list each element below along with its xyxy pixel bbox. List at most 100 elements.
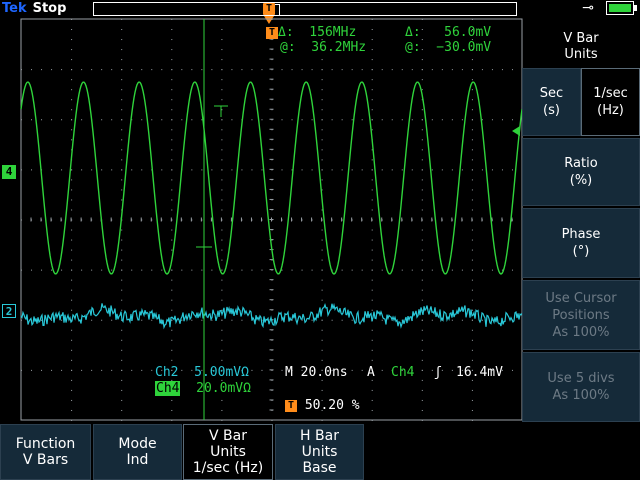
grid-dot [371, 279, 373, 281]
grid-dot [341, 119, 343, 121]
grid-dot [71, 349, 73, 351]
grid-dot [511, 269, 513, 271]
grid-dot [111, 119, 113, 121]
grid-dot [171, 19, 173, 20]
grid-dot [171, 239, 173, 241]
units-sec-button[interactable]: Sec (s) [522, 68, 581, 136]
units-ratio-button[interactable]: Ratio (%) [522, 138, 640, 206]
grid-dot [421, 389, 423, 391]
grid-dot [321, 279, 323, 281]
grid-dot [171, 119, 173, 121]
grid-dot [141, 269, 143, 271]
grid-dot [221, 339, 223, 341]
ch2-scale-readout: Ch2 5.00mVΩ [155, 365, 249, 380]
grid-dot [371, 189, 373, 191]
grid-dot [351, 69, 353, 71]
grid-dot [321, 339, 323, 341]
grid-dot [441, 119, 443, 121]
ch4-marker[interactable]: 4 [2, 165, 16, 179]
ch2-marker[interactable]: 2 [2, 304, 16, 318]
grid-dot [471, 169, 473, 171]
grid-dot [251, 119, 253, 121]
use-cursor-positions-button[interactable]: Use Cursor Positions As 100% [522, 280, 640, 350]
grid-dot [371, 169, 373, 171]
grid-dot [121, 119, 123, 121]
function-menu-button[interactable]: Function V Bars [0, 424, 91, 480]
grid-dot [221, 119, 223, 121]
grid-dot [421, 159, 423, 161]
grid-dot [421, 239, 423, 241]
grid-dot [221, 259, 223, 261]
grid-dot [221, 29, 223, 31]
grid-dot [81, 369, 83, 371]
grid-dot [71, 399, 73, 401]
grid-dot [171, 79, 173, 81]
grid-dot [421, 420, 423, 421]
grid-dot [451, 69, 453, 71]
grid-dot [171, 420, 173, 421]
grid-dot [371, 79, 373, 81]
grid-dot [101, 69, 103, 71]
grid-dot [231, 69, 233, 71]
grid-dot [231, 319, 233, 321]
grid-dot [171, 209, 173, 211]
grid-dot [221, 349, 223, 351]
grid-dot [371, 199, 373, 201]
grid-dot [121, 59, 123, 61]
hbar-units-menu-button[interactable]: H Bar Units Base [275, 424, 364, 480]
grid-dot [311, 169, 313, 171]
grid-dot [451, 119, 453, 121]
grid-dot [421, 229, 423, 231]
grid-dot [471, 389, 473, 391]
grid-dot [371, 209, 373, 211]
mode-menu-button[interactable]: Mode Ind [93, 424, 182, 480]
grid-dot [71, 89, 73, 91]
grid-dot [281, 119, 283, 121]
ch2-scale: 5.00mVΩ [194, 365, 249, 380]
grid-dot [471, 399, 473, 401]
grid-dot [171, 99, 173, 101]
grid-dot [181, 119, 183, 121]
grid-dot [71, 49, 73, 51]
grid-dot [221, 49, 223, 51]
grid-dot [451, 169, 453, 171]
grid-dot [491, 69, 493, 71]
grid-dot [71, 139, 73, 141]
grid-dot [281, 169, 283, 171]
grid-dot [41, 369, 43, 371]
trigger-mode-readout: A [367, 365, 375, 380]
grid-dot [371, 19, 373, 20]
grid-dot [481, 119, 483, 121]
grid-dot [221, 399, 223, 401]
units-phase-button[interactable]: Phase (°) [522, 208, 640, 278]
vbar-units-menu-button[interactable]: V Bar Units 1/sec (Hz) [183, 424, 273, 480]
grid-dot [221, 99, 223, 101]
grid-dot [191, 169, 193, 171]
grid-dot [121, 169, 123, 171]
grid-dot [91, 169, 93, 171]
ch4-scale: 20.0mVΩ [196, 381, 251, 396]
grid-dot [411, 119, 413, 121]
grid-dot [431, 69, 433, 71]
grid-dot [471, 89, 473, 91]
grid-dot [321, 249, 323, 251]
grid-dot [21, 369, 22, 371]
use-5-divs-button[interactable]: Use 5 divs As 100% [522, 352, 640, 422]
grid-dot [171, 299, 173, 301]
grid-dot [241, 319, 243, 321]
grid-dot [171, 359, 173, 361]
grid-dot [111, 169, 113, 171]
grid-dot [71, 79, 73, 81]
grid-dot [51, 269, 53, 271]
grid-dot [171, 339, 173, 341]
grid-dot [471, 159, 473, 161]
grid-dot [31, 69, 33, 71]
grid-dot [491, 119, 493, 121]
grid-dot [121, 179, 123, 181]
units-hz-button[interactable]: 1/sec (Hz) [581, 68, 640, 136]
grid-dot [211, 169, 213, 171]
grid-dot [471, 279, 473, 281]
grid-dot [471, 319, 473, 321]
grid-dot [171, 139, 173, 141]
grid-dot [371, 420, 373, 421]
